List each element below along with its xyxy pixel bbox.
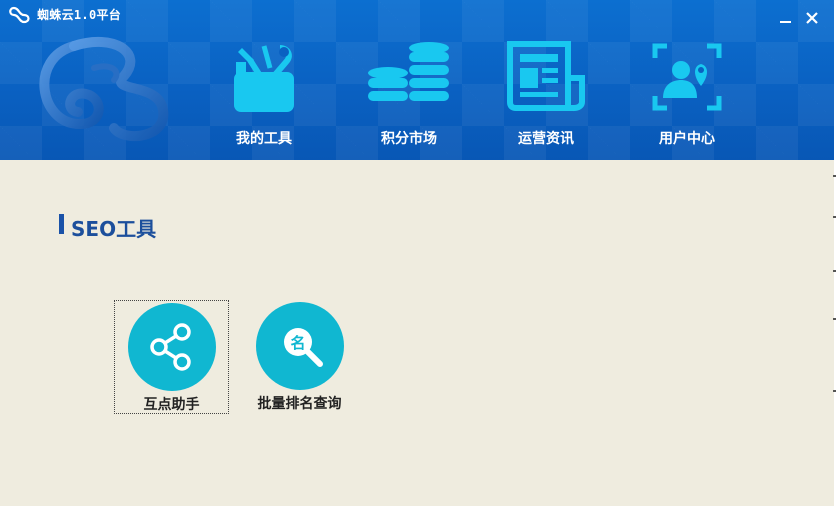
tool-icon-circle: 名 (255, 302, 344, 390)
tool-hudian-label: 互点助手 (143, 397, 200, 413)
nav-operation-news[interactable]: 运营资讯 (491, 38, 601, 156)
tool-icon-circle (127, 303, 216, 391)
minimize-button[interactable] (778, 10, 794, 26)
name-search-glyph: 名 (290, 334, 305, 352)
user-location-icon (652, 43, 722, 111)
edge-artifact (833, 390, 836, 392)
edge-artifact (833, 270, 836, 272)
tool-batch-rank-query[interactable]: 名 批量排名查询 (242, 300, 357, 414)
nav-my-tools[interactable]: 我的工具 (209, 38, 319, 156)
app-title: 蜘蛛云1.0平台 (37, 8, 122, 22)
share-icon (149, 323, 191, 371)
nav-user-center-label: 用户中心 (659, 131, 715, 147)
name-search-icon: 名 (283, 328, 323, 367)
brand-watermark-logo (39, 37, 169, 141)
edge-artifact (833, 318, 836, 320)
edge-artifact (833, 175, 836, 177)
newspaper-icon (507, 41, 585, 111)
nav-user-center[interactable]: 用户中心 (632, 38, 742, 156)
coins-stack-icon (368, 42, 449, 101)
close-button[interactable] (804, 10, 820, 26)
app-logo-icon (9, 6, 30, 24)
toolbox-icon (234, 45, 294, 112)
tool-batch-rank-label: 批量排名查询 (257, 396, 342, 412)
edge-artifact (833, 216, 836, 218)
section-title: SEO工具 (71, 217, 157, 241)
section-title-marker (59, 214, 64, 234)
nav-points-market[interactable]: 积分市场 (354, 38, 464, 156)
tool-hudian-assistant[interactable]: 互点助手 (114, 300, 229, 414)
header-banner: 蜘蛛云1.0平台 我的工具 积分市场 运营资讯 用户中心 (0, 0, 834, 160)
nav-my-tools-label: 我的工具 (236, 131, 292, 147)
nav-operation-news-label: 运营资讯 (518, 131, 574, 147)
nav-points-market-label: 积分市场 (381, 131, 437, 147)
